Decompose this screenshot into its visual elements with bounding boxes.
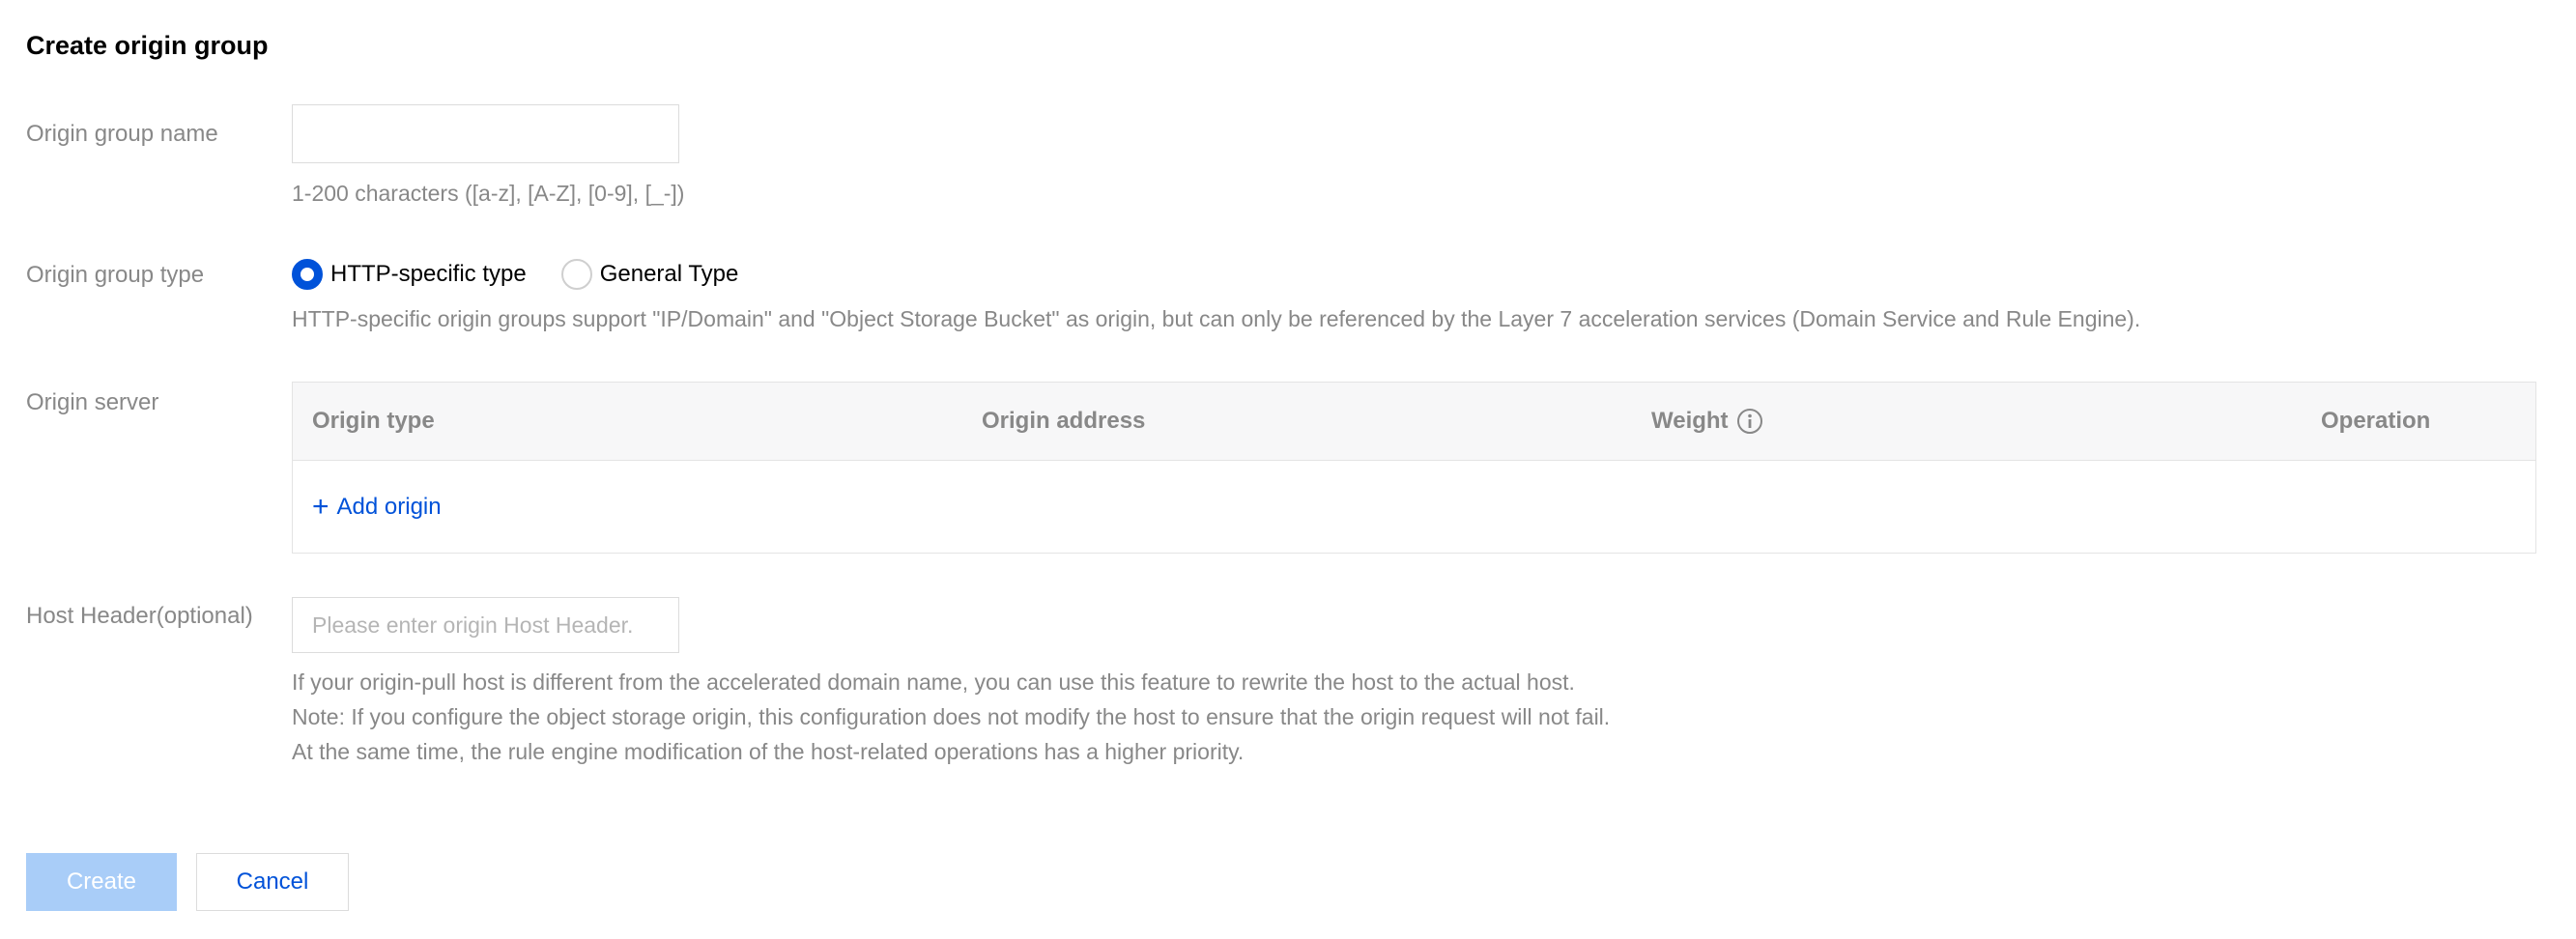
- host-header-hint-line: Note: If you configure the object storag…: [292, 704, 1611, 729]
- host-header-hint-line: At the same time, the rule engine modifi…: [292, 739, 1245, 764]
- origin-group-type-label: Origin group type: [26, 262, 205, 288]
- host-header-label: Host Header(optional): [26, 603, 253, 629]
- host-header-input[interactable]: [292, 597, 679, 653]
- radio-http-specific-type[interactable]: HTTP-specific type: [292, 259, 527, 290]
- origin-group-name-input[interactable]: [292, 104, 679, 163]
- origin-group-name-hint: 1-200 characters ([a-z], [A-Z], [0-9], […: [292, 181, 685, 206]
- origin-server-label: Origin server: [26, 389, 159, 415]
- plus-icon: +: [312, 490, 329, 523]
- origin-server-table: Origin type Origin address Weight Operat…: [292, 382, 2536, 554]
- origin-server-table-header: Origin type Origin address Weight Operat…: [293, 383, 2535, 461]
- radio-general-type-label: General Type: [599, 261, 739, 287]
- add-origin-label: Add origin: [336, 493, 442, 520]
- host-header-hint-line: If your origin-pull host is different fr…: [292, 669, 1575, 695]
- column-weight: Weight: [1651, 383, 1763, 460]
- origin-group-name-field: 1-200 characters ([a-z], [A-Z], [0-9], […: [292, 104, 684, 211]
- create-button[interactable]: Create: [26, 853, 177, 911]
- page-title: Create origin group: [26, 31, 269, 60]
- origin-group-type-field: HTTP-specific type General Type HTTP-spe…: [292, 255, 2140, 336]
- info-circle-icon[interactable]: [1736, 408, 1763, 435]
- column-weight-label: Weight: [1651, 408, 1729, 434]
- host-header-hints: If your origin-pull host is different fr…: [292, 665, 1610, 769]
- origin-server-table-body: + Add origin: [293, 461, 2535, 553]
- radio-http-specific-type-label: HTTP-specific type: [330, 261, 527, 287]
- origin-group-type-radio-group: HTTP-specific type General Type: [292, 255, 2140, 294]
- cancel-button[interactable]: Cancel: [196, 853, 349, 911]
- create-origin-group-page: Create origin group Origin group name 1-…: [26, 0, 2558, 939]
- column-origin-type: Origin type: [312, 408, 435, 434]
- radio-unchecked-icon: [560, 259, 592, 290]
- column-origin-address: Origin address: [982, 408, 1146, 434]
- origin-group-name-label: Origin group name: [26, 121, 218, 147]
- origin-server-field: Origin type Origin address Weight Operat…: [292, 382, 2536, 554]
- add-origin-button[interactable]: + Add origin: [312, 490, 442, 523]
- host-header-field: If your origin-pull host is different fr…: [292, 597, 1610, 769]
- radio-general-type[interactable]: General Type: [560, 259, 739, 290]
- column-operation: Operation: [2321, 408, 2431, 434]
- origin-group-type-hint: HTTP-specific origin groups support "IP/…: [292, 306, 2141, 331]
- radio-checked-icon: [292, 259, 323, 290]
